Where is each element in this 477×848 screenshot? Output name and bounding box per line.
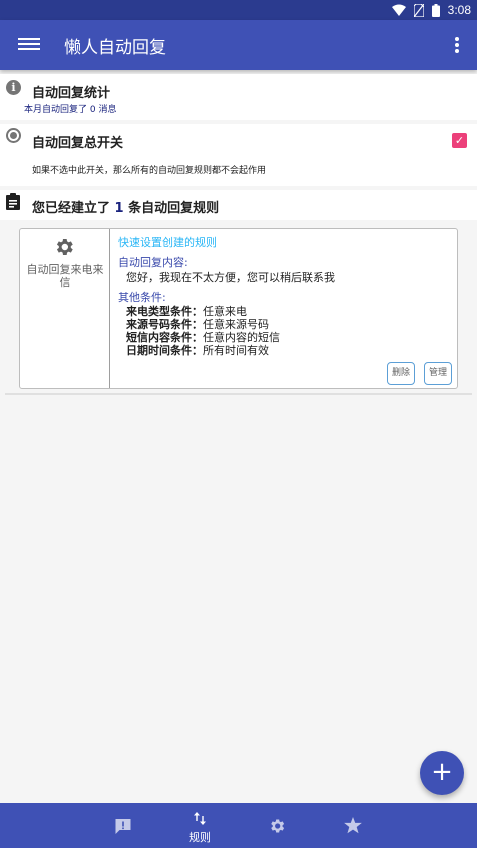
rule-type: 自动回复来电来信 (26, 263, 104, 289)
rule-content: 您好，我现在不太方便，您可以稍后联系我 (126, 271, 335, 284)
gear-icon (56, 239, 73, 255)
condition-value: 任意内容的短信 (203, 331, 280, 344)
condition-list: 来电类型条件：任意来电 来源号码条件：任意来源号码 短信内容条件：任意内容的短信… (126, 305, 280, 357)
nav-favorites[interactable] (323, 803, 383, 848)
manage-rule-button[interactable]: 管理 (424, 362, 452, 385)
battery-icon (431, 3, 440, 17)
add-rule-button[interactable]: + (420, 751, 464, 795)
rule-content-label: 自动回复内容: (118, 256, 188, 269)
master-switch-description: 如果不选中此开关，那么所有的自动回复规则都不会起作用 (32, 166, 267, 176)
info-icon: i (6, 80, 21, 95)
bottom-nav: 规则 (0, 803, 477, 848)
rules-count-title: 您已经建立了 1 条自动回复规则 (32, 197, 219, 216)
radio-icon (6, 128, 21, 143)
master-switch-checkbox[interactable]: ✓ (452, 133, 467, 148)
condition-row: 来电类型条件：任意来电 (126, 305, 280, 318)
condition-label: 来电类型条件： (126, 305, 203, 318)
settings-icon (271, 819, 285, 833)
app-bar: 懒人自动回复 (0, 20, 477, 70)
rules-count: 1 (114, 201, 124, 216)
stats-card[interactable]: i 自动回复统计 本月自动回复了 0 消息 (0, 74, 477, 120)
more-options-icon[interactable] (453, 35, 461, 55)
master-switch-card[interactable]: 自动回复总开关 如果不选中此开关，那么所有的自动回复规则都不会起作用 ✓ (0, 124, 477, 186)
star-icon (344, 817, 362, 834)
status-icons: 3:08 (391, 2, 471, 18)
feedback-icon (115, 819, 131, 834)
condition-row: 短信内容条件：任意内容的短信 (126, 331, 280, 344)
condition-value: 任意来源号码 (203, 318, 269, 331)
nav-rules[interactable]: 规则 (170, 803, 230, 848)
master-switch-title: 自动回复总开关 (32, 136, 124, 151)
condition-row: 来源号码条件：任意来源号码 (126, 318, 280, 331)
delete-rule-button[interactable]: 删除 (387, 362, 415, 385)
condition-value: 所有时间有效 (203, 344, 269, 357)
swap-vert-icon (194, 812, 206, 825)
menu-icon[interactable] (18, 35, 40, 55)
wifi-icon (391, 4, 406, 16)
rule-name: 快速设置创建的规则 (118, 236, 217, 249)
condition-value: 任意来电 (203, 305, 247, 318)
condition-label: 日期时间条件： (126, 344, 203, 357)
status-time: 3:08 (447, 3, 471, 17)
status-bar: 3:08 (0, 0, 477, 20)
nav-rules-label: 规则 (189, 831, 211, 844)
nav-settings[interactable] (247, 803, 307, 848)
stats-subtitle: 本月自动回复了 0 消息 (24, 105, 117, 115)
no-sim-icon (413, 3, 424, 17)
condition-row: 日期时间条件：所有时间有效 (126, 344, 280, 357)
nav-feedback[interactable] (93, 803, 153, 848)
rules-suffix: 条自动回复规则 (128, 201, 220, 216)
condition-label: 来源号码条件： (126, 318, 203, 331)
condition-label: 短信内容条件： (126, 331, 203, 344)
rules-prefix: 您已经建立了 (32, 201, 111, 216)
rule-other-label: 其他条件: (118, 291, 166, 304)
rule-card[interactable]: 自动回复来电来信 快速设置创建的规则 自动回复内容: 您好，我现在不太方便，您可… (19, 228, 458, 389)
rule-details: 快速设置创建的规则 自动回复内容: 您好，我现在不太方便，您可以稍后联系我 其他… (118, 229, 456, 388)
divider (5, 393, 472, 395)
stats-title: 自动回复统计 (32, 86, 111, 101)
clipboard-icon (6, 193, 20, 210)
rules-header: 您已经建立了 1 条自动回复规则 (0, 190, 477, 220)
app-title: 懒人自动回复 (64, 38, 166, 58)
rule-type-panel: 自动回复来电来信 (20, 229, 110, 388)
